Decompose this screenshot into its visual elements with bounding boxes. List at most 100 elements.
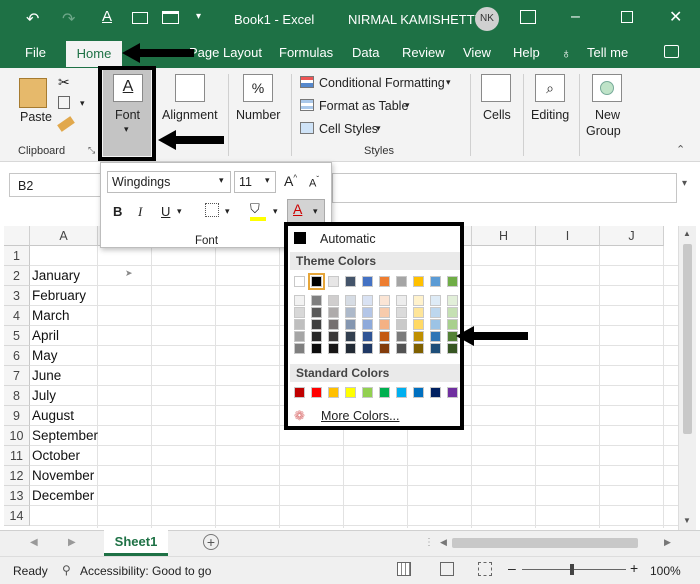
chevron-down-icon[interactable]: ▾ [225, 206, 230, 217]
cell-a11[interactable]: October [32, 446, 80, 466]
comments-icon[interactable] [664, 45, 679, 58]
cut-icon[interactable]: ✂ [58, 74, 70, 91]
scroll-right-icon[interactable]: ▶ [664, 537, 671, 548]
theme-shade-swatch[interactable] [379, 307, 390, 318]
theme-shade-swatch[interactable] [328, 331, 339, 342]
format-as-table-button[interactable]: Format as Table [319, 99, 408, 113]
theme-shade-swatch[interactable] [311, 343, 322, 354]
theme-shade-swatch[interactable] [379, 343, 390, 354]
prev-sheet-icon[interactable]: ◀ [30, 537, 38, 548]
scroll-left-icon[interactable]: ◀ [440, 537, 447, 548]
user-name[interactable]: NIRMAL KAMISHETTY [348, 12, 483, 27]
new-sheet-icon[interactable]: + [203, 534, 219, 550]
cell-a12[interactable]: November [32, 466, 94, 486]
zoom-slider[interactable] [522, 569, 626, 570]
theme-shade-swatch[interactable] [413, 307, 424, 318]
column-header-j[interactable]: J [600, 226, 664, 246]
horizontal-scroll-thumb[interactable] [452, 538, 638, 548]
row-header-14[interactable]: 14 [4, 506, 30, 526]
theme-color-swatch[interactable] [345, 276, 356, 287]
cell-a4[interactable]: March [32, 306, 70, 326]
decrease-font-size-icon[interactable]: Aˇ [309, 175, 319, 190]
bold-button[interactable]: B [113, 204, 122, 219]
theme-shade-swatch[interactable] [379, 295, 390, 306]
row-header-9[interactable]: 9 [4, 406, 30, 426]
vertical-scrollbar[interactable]: ▲ ▼ [678, 226, 696, 530]
theme-shade-swatch[interactable] [362, 319, 373, 330]
clipboard-launcher-icon[interactable]: ⤡ [88, 145, 95, 156]
automatic-swatch[interactable] [294, 232, 306, 244]
more-colors-button[interactable]: More Colors... [321, 409, 400, 423]
tab-help[interactable]: Help [513, 45, 540, 60]
theme-color-swatch[interactable] [413, 276, 424, 287]
select-all-corner[interactable] [4, 226, 30, 246]
row-header-8[interactable]: 8 [4, 386, 30, 406]
tab-page-layout[interactable]: Page Layout [189, 45, 262, 60]
row-header-11[interactable]: 11 [4, 446, 30, 466]
theme-color-swatch[interactable] [362, 276, 373, 287]
row-header-6[interactable]: 6 [4, 346, 30, 366]
accessibility-status[interactable]: Accessibility: Good to go [80, 564, 211, 578]
row-header-1[interactable]: 1 [4, 246, 30, 266]
standard-color-swatch[interactable] [311, 387, 322, 398]
customize-qat-icon[interactable]: ▾ [196, 11, 201, 22]
theme-color-swatch[interactable] [328, 276, 339, 287]
column-header-i[interactable]: I [536, 226, 600, 246]
font-color-qat-icon[interactable]: A [102, 8, 112, 25]
chevron-down-icon[interactable]: ▾ [219, 175, 224, 186]
scroll-down-icon[interactable]: ▼ [683, 516, 691, 525]
fill-color-icon[interactable]: ⛉ [250, 201, 260, 217]
row-header-12[interactable]: 12 [4, 466, 30, 486]
editing-label[interactable]: Editing [531, 108, 569, 122]
tab-file[interactable]: File [25, 45, 46, 60]
color-wheel-icon[interactable]: ❁ [294, 408, 305, 424]
conditional-formatting-button[interactable]: Conditional Formatting [319, 76, 445, 90]
tab-formulas[interactable]: Formulas [279, 45, 333, 60]
conditional-formatting-icon[interactable] [300, 76, 314, 88]
normal-view-icon[interactable] [397, 562, 411, 576]
standard-color-swatch[interactable] [379, 387, 390, 398]
cell-a2[interactable]: January [32, 266, 80, 286]
new-group-icon[interactable] [592, 74, 622, 102]
underline-button[interactable]: U [161, 204, 170, 219]
cells-label[interactable]: Cells [483, 108, 511, 122]
cell-a8[interactable]: July [32, 386, 56, 406]
chevron-down-icon[interactable]: ▾ [405, 100, 410, 111]
theme-color-swatch[interactable] [447, 276, 458, 287]
theme-shade-swatch[interactable] [413, 295, 424, 306]
theme-shade-swatch[interactable] [311, 307, 322, 318]
theme-shade-swatch[interactable] [345, 331, 356, 342]
tab-data[interactable]: Data [352, 45, 379, 60]
theme-color-swatch[interactable] [379, 276, 390, 287]
zoom-out-icon[interactable]: – [508, 560, 516, 576]
theme-shade-swatch[interactable] [396, 319, 407, 330]
theme-shade-swatch[interactable] [413, 343, 424, 354]
theme-shade-swatch[interactable] [328, 307, 339, 318]
theme-shade-swatch[interactable] [430, 319, 441, 330]
standard-color-swatch[interactable] [345, 387, 356, 398]
theme-shade-swatch[interactable] [294, 343, 305, 354]
theme-shade-swatch[interactable] [447, 307, 458, 318]
cell-a7[interactable]: June [32, 366, 61, 386]
formula-input[interactable] [332, 173, 677, 203]
cell-b2-symbol[interactable]: ➤ [125, 268, 133, 279]
theme-shade-swatch[interactable] [396, 343, 407, 354]
chevron-down-icon[interactable]: ▾ [265, 175, 270, 186]
alignment-icon[interactable] [175, 74, 205, 102]
cell-a3[interactable]: February [32, 286, 86, 306]
number-percent-icon[interactable]: % [243, 74, 273, 102]
collapse-ribbon-icon[interactable]: ⌃ [676, 143, 685, 156]
tab-view[interactable]: View [463, 45, 491, 60]
alignment-label[interactable]: Alignment [162, 108, 218, 122]
theme-color-swatch[interactable] [396, 276, 407, 287]
theme-color-swatch[interactable] [430, 276, 441, 287]
theme-shade-swatch[interactable] [396, 295, 407, 306]
theme-shade-swatch[interactable] [294, 307, 305, 318]
theme-shade-swatch[interactable] [362, 343, 373, 354]
font-color-icon[interactable]: A [293, 201, 302, 217]
row-header-7[interactable]: 7 [4, 366, 30, 386]
cell-a5[interactable]: April [32, 326, 59, 346]
automatic-option[interactable]: Automatic [320, 232, 376, 246]
theme-shade-swatch[interactable] [345, 319, 356, 330]
ribbon-display-icon[interactable] [520, 10, 536, 24]
